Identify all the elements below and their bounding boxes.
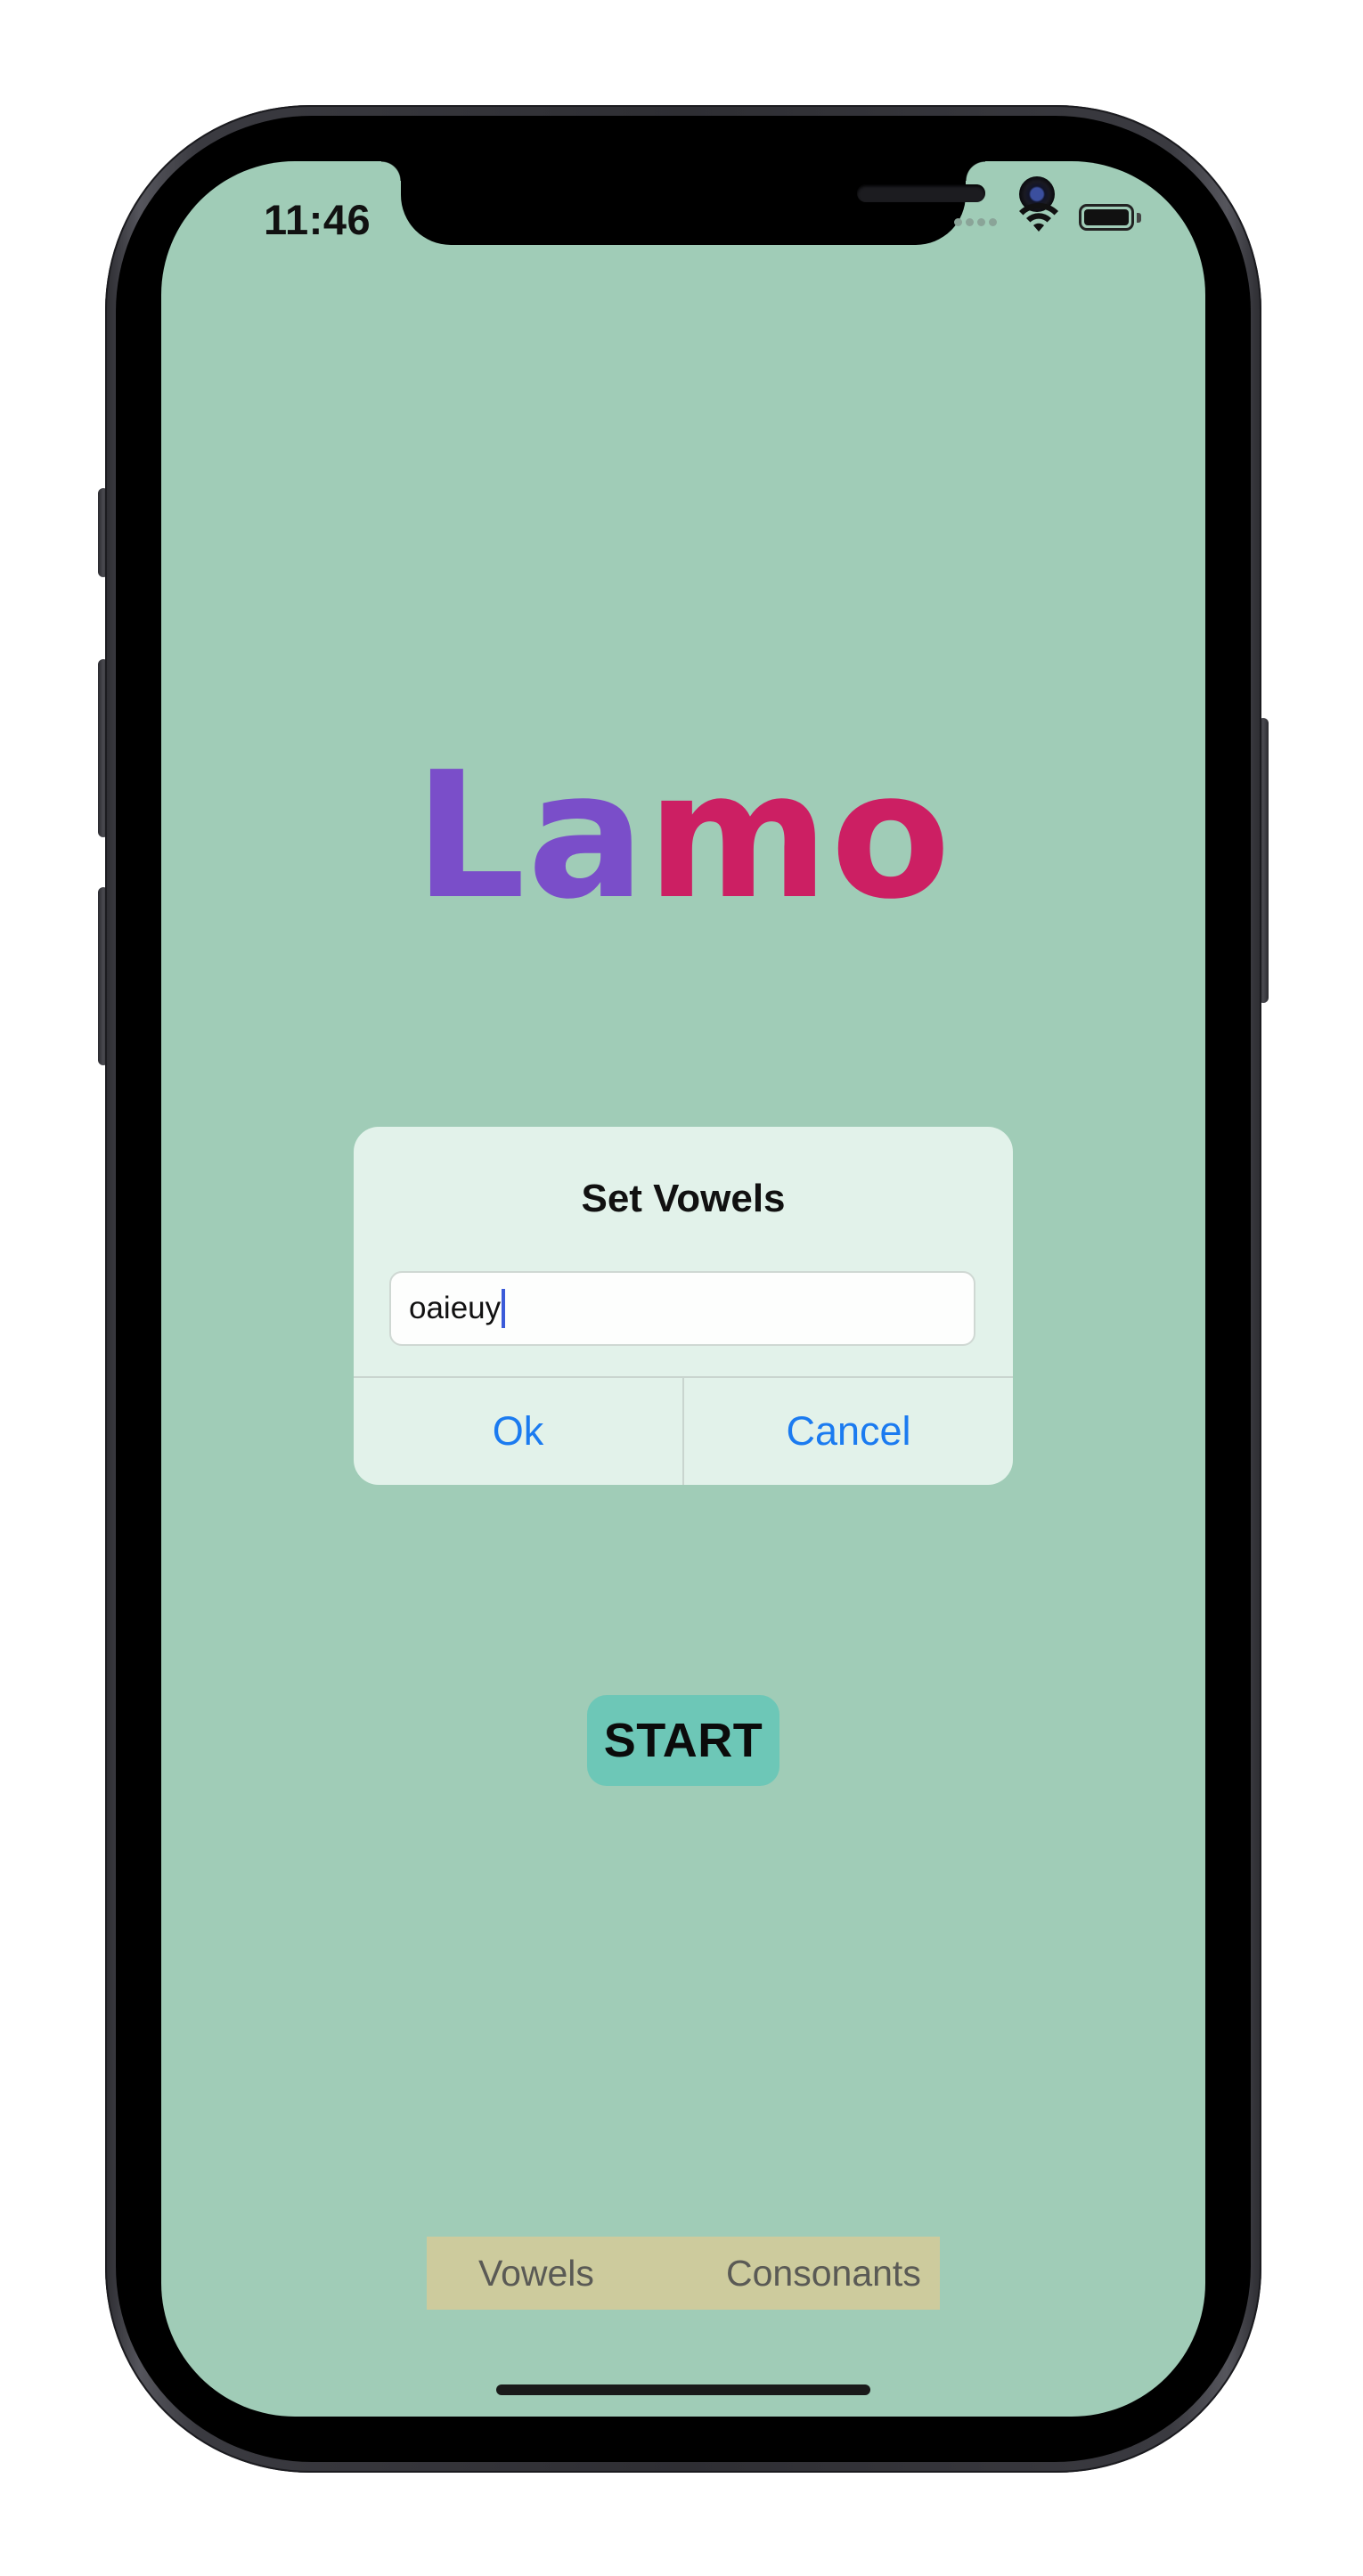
status-time: 11:46 (264, 196, 371, 243)
home-indicator[interactable] (496, 2384, 870, 2395)
ok-button[interactable]: Ok (354, 1378, 682, 1485)
status-icons (954, 202, 1168, 238)
dialog-title: Set Vowels (581, 1177, 786, 1220)
logo-letter: o (830, 735, 953, 938)
cancel-button[interactable]: Cancel (684, 1378, 1013, 1485)
device-frame: 11:46 Lamo Set Vowels oaieuy Ok Cancel S… (0, 0, 1363, 2576)
vowels-input[interactable]: oaieuy (389, 1271, 975, 1346)
battery-icon (1079, 204, 1134, 231)
battery-level (1084, 209, 1129, 225)
notch (381, 161, 1055, 245)
app-screen: 11:46 Lamo Set Vowels oaieuy Ok Cancel S… (161, 161, 1205, 2417)
start-button[interactable]: START (587, 1695, 779, 1786)
earpiece-speaker (857, 184, 985, 202)
cellular-signal-icon (954, 218, 1000, 226)
text-caret (502, 1289, 506, 1328)
tab-vowels[interactable]: Vowels (478, 2253, 594, 2295)
set-vowels-dialog: Set Vowels oaieuy Ok Cancel (354, 1127, 1013, 1485)
bottom-tab-bar: Vowels Consonants (427, 2237, 940, 2310)
wifi-icon (1019, 202, 1058, 232)
logo-letter: m (647, 735, 831, 938)
tab-consonants[interactable]: Consonants (726, 2253, 921, 2295)
vowels-input-value: oaieuy (409, 1291, 502, 1325)
battery-cap (1137, 213, 1141, 223)
app-logo: Lamo (161, 749, 1205, 924)
logo-letter: a (526, 735, 648, 938)
logo-letter: L (413, 735, 527, 938)
